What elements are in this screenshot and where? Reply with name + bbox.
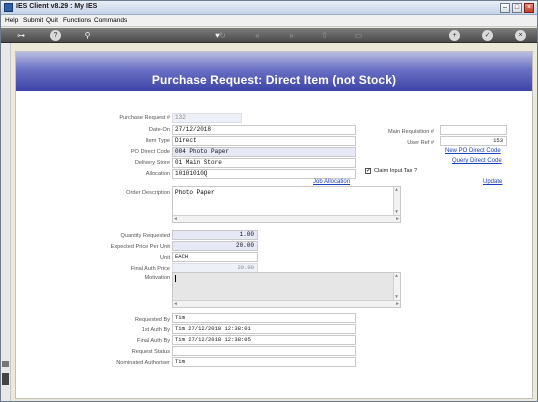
maximize-button[interactable]: □ bbox=[512, 3, 522, 13]
scroll-up-icon[interactable]: ▲ bbox=[395, 187, 398, 193]
request-status-field bbox=[172, 346, 356, 356]
requested-by-label: Requested By bbox=[134, 317, 170, 323]
menu-help[interactable]: Help bbox=[5, 17, 18, 24]
minimize-button[interactable]: – bbox=[500, 3, 510, 13]
ok-icon[interactable]: ✓ bbox=[482, 30, 493, 41]
upload-icon[interactable]: ⇧ bbox=[319, 30, 330, 41]
delivery-store-label: Delivery Store bbox=[134, 160, 170, 166]
search-icon[interactable]: ⚲ bbox=[82, 30, 93, 41]
expected-price-field[interactable]: 20.00 bbox=[172, 241, 258, 251]
scroll-right-icon[interactable]: ► bbox=[396, 301, 399, 307]
new-po-direct-code-link[interactable]: New PO Direct Code bbox=[445, 148, 501, 154]
scroll-left-icon[interactable]: ◄ bbox=[174, 216, 177, 222]
title-bar: IES Client v8.29 : My IES – □ × bbox=[1, 1, 537, 15]
close-window-button[interactable]: × bbox=[524, 3, 534, 13]
job-allocation-link[interactable]: Job Allocation bbox=[313, 179, 350, 185]
key-icon[interactable]: ⊶ bbox=[13, 30, 29, 41]
user-ref-field[interactable]: 153 bbox=[440, 136, 507, 146]
claim-input-tax-label: Claim Input Tax ? bbox=[374, 168, 418, 174]
scroll-up-icon[interactable]: ▲ bbox=[395, 273, 398, 279]
order-description-field[interactable]: Photo Paper ▲ ▼ ◄ ► bbox=[172, 186, 401, 223]
update-link[interactable]: Update bbox=[483, 179, 502, 185]
final-auth-by-field: Tim 27/12/2018 12:38:05 bbox=[172, 335, 356, 345]
rewind-icon[interactable]: « bbox=[252, 30, 263, 41]
menu-quit[interactable]: Quit bbox=[46, 17, 58, 24]
side-strip bbox=[1, 43, 11, 401]
scroll-left-icon[interactable]: ◄ bbox=[174, 301, 177, 307]
purchase-request-label: Purchase Request # bbox=[119, 115, 170, 121]
quantity-requested-field[interactable]: 1.00 bbox=[172, 230, 258, 240]
order-description-label: Order Description bbox=[126, 190, 170, 196]
menu-bar: Help Submit Quit Functions Commands bbox=[1, 15, 537, 27]
text-cursor bbox=[175, 275, 176, 282]
forward-icon[interactable]: » bbox=[286, 30, 297, 41]
delivery-store-field[interactable]: 01 Main Store bbox=[172, 158, 356, 168]
order-description-vscroll[interactable]: ▲ ▼ bbox=[393, 187, 400, 215]
close-icon[interactable]: × bbox=[515, 30, 526, 41]
purchase-request-field: 132 bbox=[172, 113, 242, 123]
first-auth-by-label: 1st Auth By bbox=[141, 327, 170, 333]
menu-submit[interactable]: Submit bbox=[23, 17, 43, 24]
query-direct-code-link[interactable]: Query Direct Code bbox=[452, 158, 502, 164]
item-type-label: Item Type bbox=[145, 138, 170, 144]
nominated-authoriser-label: Nominated Authoriser bbox=[116, 360, 170, 366]
menu-commands[interactable]: Commands bbox=[94, 17, 127, 24]
motivation-hscroll[interactable]: ◄ ► bbox=[173, 300, 400, 307]
refresh-icon[interactable]: ↻ bbox=[217, 30, 228, 41]
date-on-label: Date-On bbox=[148, 127, 170, 133]
unit-field[interactable]: EACH bbox=[172, 252, 258, 262]
side-panel-icon[interactable] bbox=[2, 373, 9, 385]
form-page: Purchase Request: Direct Item (not Stock… bbox=[15, 51, 533, 399]
unit-label: Unit bbox=[160, 255, 170, 261]
help-icon[interactable]: ? bbox=[50, 30, 61, 41]
first-auth-by-field: Tim 27/12/2018 12:38:01 bbox=[172, 324, 356, 334]
final-auth-price-label: Final Auth Price bbox=[130, 266, 170, 272]
requested-by-field[interactable]: Tim bbox=[172, 313, 356, 323]
scroll-right-icon[interactable]: ► bbox=[396, 216, 399, 222]
menu-functions[interactable]: Functions bbox=[63, 17, 91, 24]
add-icon[interactable]: + bbox=[449, 30, 460, 41]
nominated-authoriser-field[interactable]: Tim bbox=[172, 357, 356, 367]
app-icon bbox=[4, 3, 13, 12]
page-icon[interactable]: ▭ bbox=[353, 30, 364, 41]
final-auth-by-label: Final Auth By bbox=[137, 338, 170, 344]
po-direct-code-field[interactable]: 004 Photo Paper bbox=[172, 147, 356, 157]
app-window: IES Client v8.29 : My IES – □ × Help Sub… bbox=[0, 0, 538, 402]
main-requisition-field[interactable] bbox=[440, 125, 507, 135]
page-title: Purchase Request: Direct Item (not Stock… bbox=[151, 73, 397, 87]
allocation-label: Allocation bbox=[145, 171, 170, 177]
motivation-label: Motivation bbox=[144, 275, 171, 281]
side-handle-icon[interactable] bbox=[2, 361, 9, 367]
user-ref-label: User Ref # bbox=[407, 140, 434, 146]
request-status-label: Request Status bbox=[131, 349, 170, 355]
quantity-requested-label: Quantity Requested bbox=[120, 233, 170, 239]
motivation-vscroll[interactable]: ▲ ▼ bbox=[393, 273, 400, 300]
window-title: IES Client v8.29 : My IES bbox=[16, 3, 98, 10]
order-description-hscroll[interactable]: ◄ ► bbox=[173, 215, 400, 222]
toolbar: ⊶ ? ⚲ ♥ ↻ « » ⇧ ▭ + ✓ × bbox=[1, 28, 537, 43]
claim-input-tax-checkbox[interactable]: ✓ bbox=[365, 168, 371, 174]
main-requisition-label: Main Requisition # bbox=[387, 129, 434, 135]
allocation-field[interactable]: 10101010Q bbox=[172, 169, 356, 179]
po-direct-code-label: PO Direct Code bbox=[130, 149, 170, 155]
order-description-text: Photo Paper bbox=[175, 189, 215, 196]
motivation-field[interactable]: ▲ ▼ ◄ ► bbox=[172, 272, 401, 308]
expected-price-label: Expected Price Per Unit bbox=[110, 244, 170, 250]
header-banner: Purchase Request: Direct Item (not Stock… bbox=[16, 52, 532, 91]
